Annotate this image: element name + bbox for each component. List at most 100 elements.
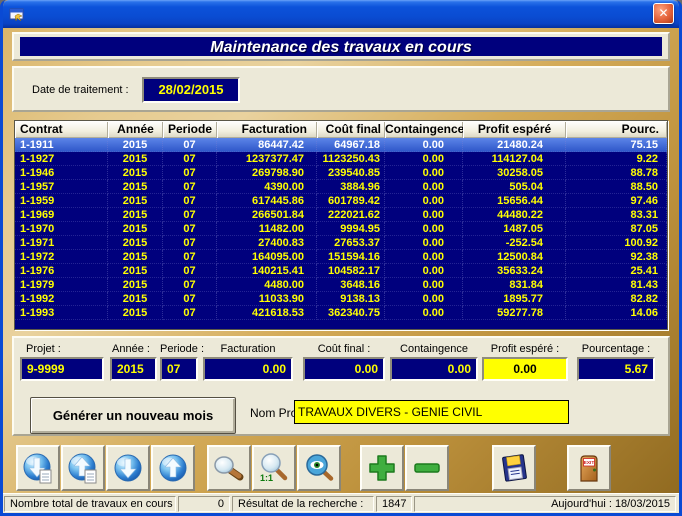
- add-button[interactable]: [360, 445, 404, 491]
- table-cell: 1-1927: [15, 152, 108, 166]
- arrow-down-button[interactable]: [106, 445, 150, 491]
- facturation-field[interactable]: 0.00: [203, 357, 293, 381]
- table-row[interactable]: 1-1959201507617445.86601789.420.0015656.…: [15, 194, 667, 208]
- close-button[interactable]: ✕: [653, 3, 674, 24]
- table-cell: 2015: [108, 250, 163, 264]
- table-row[interactable]: 1-1993201507421618.53362340.750.0059277.…: [15, 306, 667, 320]
- table-cell: 601789.42: [317, 194, 385, 208]
- table-cell: 15656.44: [463, 194, 566, 208]
- table-cell: 9.22: [566, 152, 667, 166]
- column-header[interactable]: Periode: [163, 121, 217, 138]
- preview-button[interactable]: [297, 445, 341, 491]
- table-cell: 0.00: [385, 166, 463, 180]
- table-header: ContratAnnéePeriodeFacturationCoût final…: [15, 121, 667, 138]
- form-panel: Projet : 9-9999 Année : 2015 Periode : 0…: [12, 336, 670, 436]
- table-cell: 1-1957: [15, 180, 108, 194]
- table-cell: 30258.05: [463, 166, 566, 180]
- table-cell: 07: [163, 222, 217, 236]
- today-date: Aujourd'hui : 18/03/2015: [414, 496, 676, 512]
- table-cell: 3884.96: [317, 180, 385, 194]
- column-header[interactable]: Pourc.: [566, 121, 667, 138]
- table-row[interactable]: 1-191120150786447.4264967.180.0021480.24…: [15, 138, 667, 152]
- table-cell: 0.00: [385, 250, 463, 264]
- title-bar[interactable]: ✕: [3, 0, 679, 28]
- table-cell: 12500.84: [463, 250, 566, 264]
- table-cell: 0.00: [385, 278, 463, 292]
- table-row[interactable]: 1-1969201507266501.84222021.620.0044480.…: [15, 208, 667, 222]
- table-row[interactable]: 1-19572015074390.003884.960.00505.0488.5…: [15, 180, 667, 194]
- cout-final-field[interactable]: 0.00: [303, 357, 385, 381]
- column-header[interactable]: Contrat: [15, 121, 108, 138]
- table-cell: 11033.90: [217, 292, 317, 306]
- exit-button[interactable]: EXIT: [567, 445, 611, 491]
- column-header[interactable]: Profit espéré: [463, 121, 566, 138]
- table-row[interactable]: 1-199220150711033.909138.130.001895.7782…: [15, 292, 667, 306]
- table-row[interactable]: 1-1946201507269798.90239540.850.0030258.…: [15, 166, 667, 180]
- periode-field[interactable]: 07: [160, 357, 198, 381]
- table-cell: 104582.17: [317, 264, 385, 278]
- facturation-label: Facturation: [203, 343, 293, 355]
- table-cell: 4480.00: [217, 278, 317, 292]
- table-cell: 9994.95: [317, 222, 385, 236]
- table-row[interactable]: 1-1972201507164095.00151594.160.0012500.…: [15, 250, 667, 264]
- table-cell: 266501.84: [217, 208, 317, 222]
- projet-field[interactable]: 9-9999: [20, 357, 104, 381]
- nom-projet-field[interactable]: TRAVAUX DIVERS - GENIE CIVIL: [294, 400, 569, 424]
- generate-new-month-button[interactable]: Générer un nouveau mois: [30, 397, 236, 434]
- arrow-up-with-page-button[interactable]: [61, 445, 105, 491]
- table-row[interactable]: 1-19792015074480.003648.160.00831.8481.4…: [15, 278, 667, 292]
- table-cell: 92.38: [566, 250, 667, 264]
- table-cell: 86447.42: [217, 138, 317, 152]
- save-button[interactable]: [492, 445, 536, 491]
- table-cell: 75.15: [566, 138, 667, 152]
- column-header[interactable]: Containgence: [385, 121, 463, 138]
- table-cell: 07: [163, 152, 217, 166]
- table-cell: 140215.41: [217, 264, 317, 278]
- table-cell: 07: [163, 250, 217, 264]
- table-cell: 2015: [108, 138, 163, 152]
- table-cell: 1-1969: [15, 208, 108, 222]
- containgence-field[interactable]: 0.00: [390, 357, 478, 381]
- table-cell: 2015: [108, 194, 163, 208]
- table-cell: 222021.62: [317, 208, 385, 222]
- column-header[interactable]: Coût final: [317, 121, 385, 138]
- table-row[interactable]: 1-197120150727400.8327653.370.00-252.541…: [15, 236, 667, 250]
- arrow-down-with-page-button[interactable]: [16, 445, 60, 491]
- search-result-value: 1847: [376, 496, 412, 512]
- table-cell: 07: [163, 264, 217, 278]
- floppy-disk-icon: [497, 451, 531, 485]
- table-cell: 83.31: [566, 208, 667, 222]
- date-field[interactable]: 28/02/2015: [142, 77, 240, 103]
- table-cell: 07: [163, 166, 217, 180]
- table-cell: 07: [163, 194, 217, 208]
- table-cell: 1-1971: [15, 236, 108, 250]
- table-cell: 2015: [108, 236, 163, 250]
- table-cell: 2015: [108, 306, 163, 320]
- table-cell: 64967.18: [317, 138, 385, 152]
- zoom-one-to-one-button[interactable]: 1:1: [252, 445, 296, 491]
- profit-espere-label: Profit espéré :: [482, 343, 568, 355]
- pourcentage-label: Pourcentage :: [577, 343, 655, 355]
- table-row[interactable]: 1-19272015071237377.471123250.430.001141…: [15, 152, 667, 166]
- arrow-up-page-icon: [66, 451, 100, 485]
- column-header[interactable]: Facturation: [217, 121, 317, 138]
- plus-icon: [365, 451, 399, 485]
- table-cell: 0.00: [385, 306, 463, 320]
- pourcentage-field[interactable]: 5.67: [577, 357, 655, 381]
- table-cell: 88.78: [566, 166, 667, 180]
- table-cell: 362340.75: [317, 306, 385, 320]
- table-row[interactable]: 1-1976201507140215.41104582.170.0035633.…: [15, 264, 667, 278]
- arrow-up-button[interactable]: [151, 445, 195, 491]
- annee-field[interactable]: 2015: [110, 357, 157, 381]
- date-label: Date de traitement :: [32, 84, 129, 96]
- table-cell: 07: [163, 236, 217, 250]
- column-header[interactable]: Année: [108, 121, 163, 138]
- table-cell: 0.00: [385, 138, 463, 152]
- table-row[interactable]: 1-197020150711482.009994.950.001487.0587…: [15, 222, 667, 236]
- profit-espere-field[interactable]: 0.00: [482, 357, 568, 381]
- search-result-label: Résultat de la recherche :: [232, 496, 374, 512]
- table-cell: 269798.90: [217, 166, 317, 180]
- table-cell: 07: [163, 180, 217, 194]
- search-button[interactable]: [207, 445, 251, 491]
- remove-button[interactable]: [405, 445, 449, 491]
